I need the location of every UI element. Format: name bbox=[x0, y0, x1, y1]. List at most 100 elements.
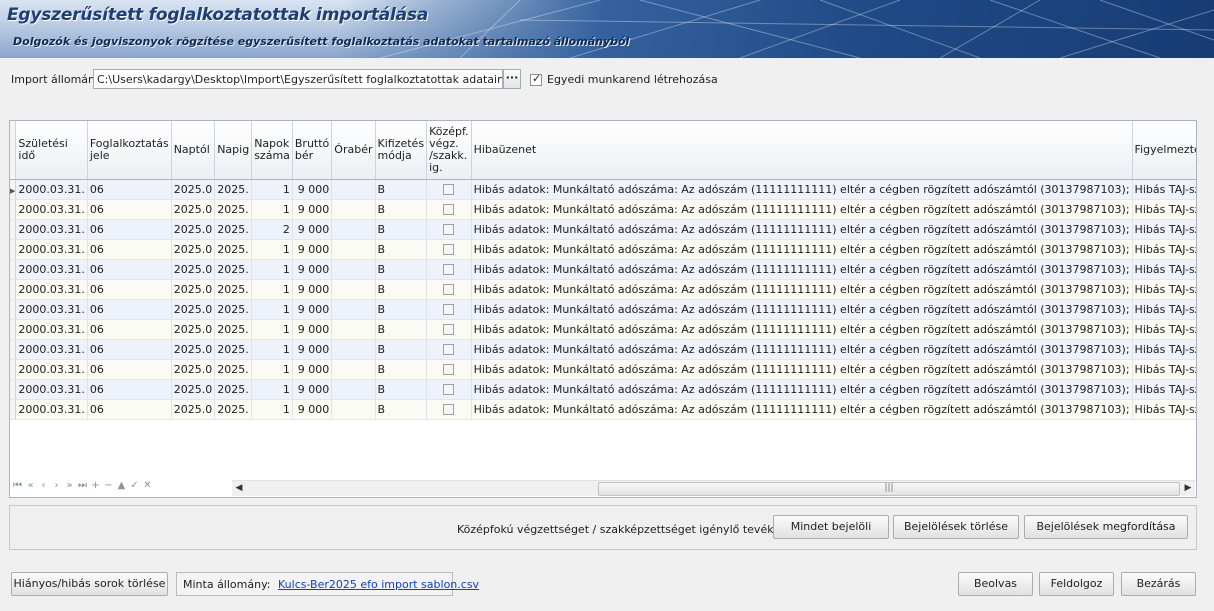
cell-kifizetes: B bbox=[375, 199, 428, 220]
cell-jel: 06 bbox=[87, 339, 172, 360]
cell-jel: 06 bbox=[87, 359, 172, 380]
table-row[interactable]: 2000.03.31. 06 2025.0 2025. 1 9 000 B Hibás ada… bbox=[10, 279, 1196, 300]
last-icon[interactable]: ⏭ bbox=[76, 480, 89, 491]
table-row[interactable]: 2000.03.31. 06 2025.0 2025. 1 9 000 B Hibás ada… bbox=[10, 259, 1196, 280]
col-header-napig[interactable]: Napig bbox=[214, 121, 253, 180]
col-header-figyel[interactable]: Figyelmeztetés bbox=[1132, 121, 1196, 180]
cell-szuletesi: 2000.03.31. bbox=[15, 399, 88, 420]
cell-kozepf[interactable] bbox=[426, 319, 472, 340]
checkbox-icon bbox=[443, 304, 455, 315]
post-icon[interactable]: ✓ bbox=[128, 480, 141, 491]
cell-figyel: Hibás TAJ-szám (999999999), bbox=[1132, 279, 1196, 300]
cell-kozepf[interactable] bbox=[426, 379, 472, 400]
table-row[interactable]: ▶ 2000.03.31. 06 2025.0 2025. 1 9 000 B Hibás ad… bbox=[10, 179, 1196, 200]
col-header-naptol[interactable]: Naptól bbox=[171, 121, 216, 180]
cell-napig: 2025. bbox=[214, 239, 253, 260]
cell-szuletesi: 2000.03.31. bbox=[15, 199, 88, 220]
cell-hiba: Hibás adatok: Munkáltató adószáma: Az ad… bbox=[471, 239, 1133, 260]
delete-icon[interactable]: − bbox=[102, 480, 115, 491]
select-all-button[interactable]: Mindet bejelöli bbox=[773, 515, 889, 539]
cell-kifizetes: B bbox=[375, 339, 428, 360]
cell-oraber bbox=[331, 259, 376, 280]
cell-jel: 06 bbox=[87, 219, 172, 240]
table-row[interactable]: 2000.03.31. 06 2025.0 2025. 1 9 000 B Hibás ada… bbox=[10, 399, 1196, 420]
col-header-napok[interactable]: Napok száma bbox=[251, 121, 293, 180]
cell-kozepf[interactable] bbox=[426, 399, 472, 420]
cell-kozepf[interactable] bbox=[426, 279, 472, 300]
cell-naptol: 2025.0 bbox=[171, 259, 216, 280]
cell-kozepf[interactable] bbox=[426, 239, 472, 260]
cell-napig: 2025. bbox=[214, 179, 253, 200]
col-header-kozepf[interactable]: Középf. végz. /szakk. ig. bbox=[426, 121, 472, 180]
scroll-thumb[interactable]: ||| bbox=[598, 482, 1180, 496]
checkbox-icon bbox=[443, 364, 455, 375]
grid-navigator: ⏮ «‹ ›» ⏭ + − ▲ ✓ ✕ bbox=[11, 480, 231, 496]
col-header-brutto[interactable]: Bruttó bér bbox=[292, 121, 333, 180]
cell-szuletesi: 2000.03.31. bbox=[15, 319, 88, 340]
browse-button[interactable]: ··· bbox=[503, 69, 521, 89]
prev-page-icon[interactable]: « bbox=[24, 480, 37, 491]
table-row[interactable]: 2000.03.31. 06 2025.0 2025. 1 9 000 B Hibás ada… bbox=[10, 319, 1196, 340]
cell-kozepf[interactable] bbox=[426, 299, 472, 320]
cancel-icon[interactable]: ✕ bbox=[141, 480, 154, 491]
cell-naptol: 2025.0 bbox=[171, 319, 216, 340]
next-page-icon[interactable]: » bbox=[63, 480, 76, 491]
cell-hiba: Hibás adatok: Munkáltató adószáma: Az ad… bbox=[471, 219, 1133, 240]
cell-kozepf[interactable] bbox=[426, 259, 472, 280]
col-header-kifizetes[interactable]: Kifizetés módja bbox=[375, 121, 428, 180]
process-button[interactable]: Feldolgoz bbox=[1039, 572, 1114, 596]
cell-oraber bbox=[331, 279, 376, 300]
scroll-right-icon[interactable]: ▶ bbox=[1181, 481, 1195, 497]
sample-file-link[interactable]: Kulcs-Ber2025 efo import sablon.csv bbox=[278, 578, 479, 591]
col-header-hiba[interactable]: Hibaüzenet bbox=[471, 121, 1133, 180]
prev-icon[interactable]: ‹ bbox=[37, 480, 50, 491]
horizontal-scrollbar[interactable]: ◀ ||| ▶ bbox=[232, 480, 1195, 496]
cell-oraber bbox=[331, 319, 376, 340]
checkbox-icon bbox=[443, 384, 455, 395]
cell-naptol: 2025.0 bbox=[171, 359, 216, 380]
grid-body: ▶ 2000.03.31. 06 2025.0 2025. 1 9 000 B Hibás ad… bbox=[10, 179, 1196, 420]
cell-jel: 06 bbox=[87, 259, 172, 280]
cell-hiba: Hibás adatok: Munkáltató adószáma: Az ad… bbox=[471, 199, 1133, 220]
table-row[interactable]: 2000.03.31. 06 2025.0 2025. 1 9 000 B Hibás ada… bbox=[10, 299, 1196, 320]
close-button[interactable]: Bezárás bbox=[1121, 572, 1196, 596]
up-icon[interactable]: ▲ bbox=[115, 480, 128, 491]
cell-kozepf[interactable] bbox=[426, 219, 472, 240]
clear-marks-button[interactable]: Bejelölések törlése bbox=[893, 515, 1019, 539]
table-row[interactable]: 2000.03.31. 06 2025.0 2025. 1 9 000 B Hibás ada… bbox=[10, 339, 1196, 360]
cell-kozepf[interactable] bbox=[426, 199, 472, 220]
delete-bad-rows-button[interactable]: Hiányos/hibás sorok törlése bbox=[11, 572, 168, 596]
cell-kozepf[interactable] bbox=[426, 179, 472, 200]
cell-napig: 2025. bbox=[214, 339, 253, 360]
invert-marks-button[interactable]: Bejelölések megfordítása bbox=[1024, 515, 1188, 539]
cell-szuletesi: 2000.03.31. bbox=[15, 219, 88, 240]
table-row[interactable]: 2000.03.31. 06 2025.0 2025. 1 9 000 B Hibás ada… bbox=[10, 239, 1196, 260]
cell-napok: 1 bbox=[251, 339, 293, 360]
col-header-jel[interactable]: Foglalkoztatás jele bbox=[87, 121, 172, 180]
import-path-input[interactable]: C:\Users\kadargy\Desktop\Import\Egyszerű… bbox=[93, 69, 503, 89]
cell-kozepf[interactable] bbox=[426, 359, 472, 380]
cell-napok: 1 bbox=[251, 259, 293, 280]
banner-lines bbox=[379, 0, 1214, 58]
next-icon[interactable]: › bbox=[50, 480, 63, 491]
cell-napig: 2025. bbox=[214, 379, 253, 400]
table-row[interactable]: 2000.03.31. 06 2025.0 2025. 2 9 000 B Hibás ada… bbox=[10, 219, 1196, 240]
custom-schedule-checkbox[interactable] bbox=[530, 72, 542, 86]
cell-kifizetes: B bbox=[375, 279, 428, 300]
table-row[interactable]: 2000.03.31. 06 2025.0 2025. 1 9 000 B Hibás ada… bbox=[10, 379, 1196, 400]
table-row[interactable]: 2000.03.31. 06 2025.0 2025. 1 9 000 B Hibás ada… bbox=[10, 359, 1196, 380]
col-header-oraber[interactable]: Órabér bbox=[331, 121, 376, 180]
table-row[interactable]: 2000.03.31. 06 2025.0 2025. 1 9 000 B Hibás ada… bbox=[10, 199, 1196, 220]
scroll-left-icon[interactable]: ◀ bbox=[232, 481, 246, 497]
read-button[interactable]: Beolvas bbox=[958, 572, 1033, 596]
first-icon[interactable]: ⏮ bbox=[11, 480, 24, 491]
cell-jel: 06 bbox=[87, 379, 172, 400]
import-grid[interactable]: Születési idő Foglalkoztatás jele Naptól… bbox=[9, 120, 1197, 498]
cell-jel: 06 bbox=[87, 299, 172, 320]
cell-jel: 06 bbox=[87, 279, 172, 300]
cell-kozepf[interactable] bbox=[426, 339, 472, 360]
insert-icon[interactable]: + bbox=[89, 480, 102, 491]
cell-kifizetes: B bbox=[375, 379, 428, 400]
col-header-szuletesi[interactable]: Születési idő bbox=[15, 121, 88, 180]
cell-szuletesi: 2000.03.31. bbox=[15, 339, 88, 360]
